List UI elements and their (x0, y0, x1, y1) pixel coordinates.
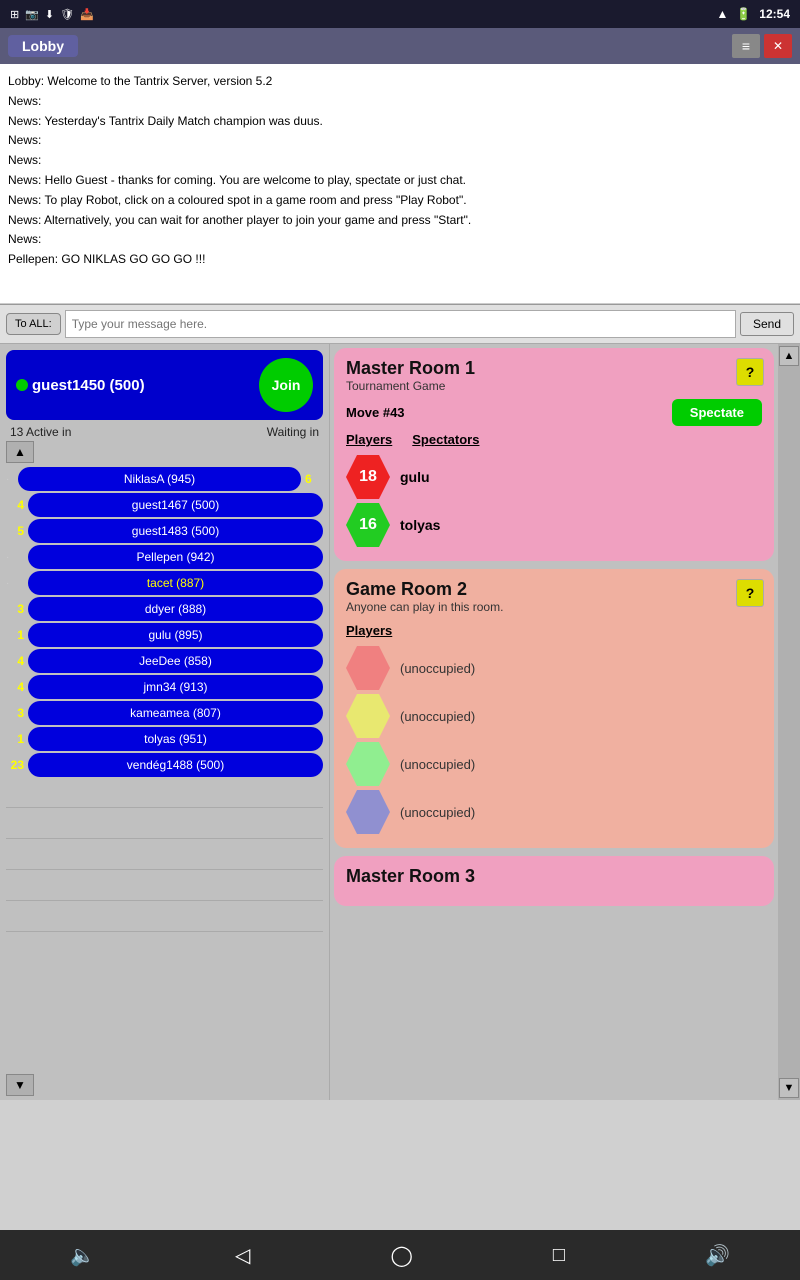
room-info-2: Anyone can play in this room. (346, 600, 762, 614)
guest-name-label: guest1450 (500) (32, 377, 145, 394)
players-label-1: Players (346, 432, 392, 447)
clock: 12:54 (759, 7, 790, 21)
room2-slot-4: (unoccupied) (346, 790, 762, 834)
main-content: guest1450 (500) Join 13 Active in Waitin… (0, 344, 800, 1100)
system-icon-shield: 🛡 (60, 8, 74, 21)
right-scrollbar: ▲ ▼ (778, 344, 800, 1100)
recents-button[interactable]: □ (553, 1244, 565, 1267)
table-row: 3 ddyer (888) (6, 597, 323, 621)
player-button[interactable]: jmn34 (913) (28, 675, 323, 699)
room-card-3: Master Room 3 (334, 856, 774, 906)
to-all-button[interactable]: To ALL: (6, 313, 61, 335)
system-icon-inbox: 📥 (80, 8, 94, 21)
active-waiting-row: 13 Active in Waiting in (0, 423, 329, 441)
player-button[interactable]: vendég1488 (500) (28, 753, 323, 777)
window-title-tab: Lobby (8, 35, 78, 57)
room1-player-2: 16 tolyas (346, 503, 762, 547)
room2-slot-2: (unoccupied) (346, 694, 762, 738)
player-button[interactable]: NiklasA (945) (18, 467, 301, 491)
room2-slot-1: (unoccupied) (346, 646, 762, 690)
chat-message-2: News: (8, 92, 792, 112)
chat-message-7: News: To play Robot, click on a coloured… (8, 191, 792, 211)
player-button[interactable]: gulu (895) (28, 623, 323, 647)
players-list: · NiklasA (945) 6 4 guest1467 (500) 5 gu… (0, 465, 329, 1072)
room-subtitle-1: Tournament Game (346, 379, 762, 393)
table-row: 4 jmn34 (913) (6, 675, 323, 699)
chat-input-bar: To ALL: Send (0, 304, 800, 344)
right-scroll-up[interactable]: ▲ (779, 346, 799, 366)
table-row: 23 vendég1488 (500) (6, 753, 323, 777)
player-button[interactable]: ddyer (888) (28, 597, 323, 621)
back-button[interactable]: ◁ (235, 1243, 250, 1268)
home-button[interactable]: ◯ (390, 1243, 412, 1268)
player-button[interactable]: kameamea (807) (28, 701, 323, 725)
chat-message-8: News: Alternatively, you can wait for an… (8, 211, 792, 231)
system-icon-apps: ⊞ (10, 8, 19, 21)
room2-slot-3: (unoccupied) (346, 742, 762, 786)
chat-message-4: News: (8, 131, 792, 151)
player-button[interactable]: tolyas (951) (28, 727, 323, 751)
close-button[interactable]: ✕ (764, 34, 792, 58)
room-card-1: Master Room 1 Tournament Game ? Move #43… (334, 348, 774, 561)
table-row: 3 kameamea (807) (6, 701, 323, 725)
chat-message-9: News: (8, 230, 792, 250)
scroll-up-button[interactable]: ▲ (6, 441, 34, 463)
player-button[interactable]: JeeDee (858) (28, 649, 323, 673)
player-button[interactable]: guest1483 (500) (28, 519, 323, 543)
table-row: 4 JeeDee (858) (6, 649, 323, 673)
room-title-2: Game Room 2 (346, 579, 762, 600)
table-row: · tacet (887) (6, 571, 323, 595)
question-button-2[interactable]: ? (736, 579, 764, 607)
table-row: 1 tolyas (951) (6, 727, 323, 751)
chat-message-10: Pellepen: GO NIKLAS GO GO GO !!! (8, 250, 792, 270)
waiting-label: Waiting in (267, 425, 319, 439)
player-button[interactable]: tacet (887) (28, 571, 323, 595)
system-titlebar: ⊞ 📷 ⬇ 🛡 📥 ▲ 🔋 12:54 (0, 0, 800, 28)
menu-button[interactable]: ≡ (732, 34, 760, 58)
guest-join-area: guest1450 (500) Join (6, 350, 323, 420)
table-row: 5 guest1483 (500) (6, 519, 323, 543)
right-scroll-down[interactable]: ▼ (779, 1078, 799, 1098)
chat-message-5: News: (8, 151, 792, 171)
table-row: 4 guest1467 (500) (6, 493, 323, 517)
left-panel: guest1450 (500) Join 13 Active in Waitin… (0, 344, 330, 1100)
online-dot (16, 379, 28, 391)
join-button[interactable]: Join (259, 358, 313, 412)
system-icon-dl: ⬇ (45, 8, 54, 21)
battery-icon: 🔋 (736, 7, 751, 21)
player-button[interactable]: guest1467 (500) (28, 493, 323, 517)
room-title-3: Master Room 3 (346, 866, 762, 887)
room1-player-1: 18 gulu (346, 455, 762, 499)
player-button[interactable]: Pellepen (942) (28, 545, 323, 569)
chat-message-1: Lobby: Welcome to the Tantrix Server, ve… (8, 72, 792, 92)
volume-down-button[interactable]: 🔈 (70, 1243, 95, 1268)
wifi-icon: ▲ (716, 7, 728, 21)
active-label: 13 Active in (10, 425, 71, 439)
chat-area: Lobby: Welcome to the Tantrix Server, ve… (0, 64, 800, 304)
volume-up-button[interactable]: 🔊 (705, 1243, 730, 1268)
room-title-1: Master Room 1 (346, 358, 762, 379)
question-button-1[interactable]: ? (736, 358, 764, 386)
room-card-2: Game Room 2 Anyone can play in this room… (334, 569, 774, 848)
players-label-2: Players (346, 623, 392, 638)
bottom-nav: 🔈 ◁ ◯ □ 🔊 (0, 1230, 800, 1280)
move-label-1: Move #43 (346, 405, 405, 420)
send-button[interactable]: Send (740, 312, 794, 336)
chat-message-6: News: Hello Guest - thanks for coming. Y… (8, 171, 792, 191)
table-row: · Pellepen (942) (6, 545, 323, 569)
chat-message-3: News: Yesterday's Tantrix Daily Match ch… (8, 112, 792, 132)
spectators-label-1: Spectators (412, 432, 479, 447)
chat-input[interactable] (65, 310, 736, 338)
right-panel: Master Room 1 Tournament Game ? Move #43… (330, 344, 778, 1100)
table-row: 1 gulu (895) (6, 623, 323, 647)
scroll-down-button[interactable]: ▼ (6, 1074, 34, 1096)
spectate-button-1[interactable]: Spectate (672, 399, 762, 426)
window-title-bar: Lobby ≡ ✕ (0, 28, 800, 64)
table-row: · NiklasA (945) 6 (6, 467, 323, 491)
system-icon-photo: 📷 (25, 8, 39, 21)
